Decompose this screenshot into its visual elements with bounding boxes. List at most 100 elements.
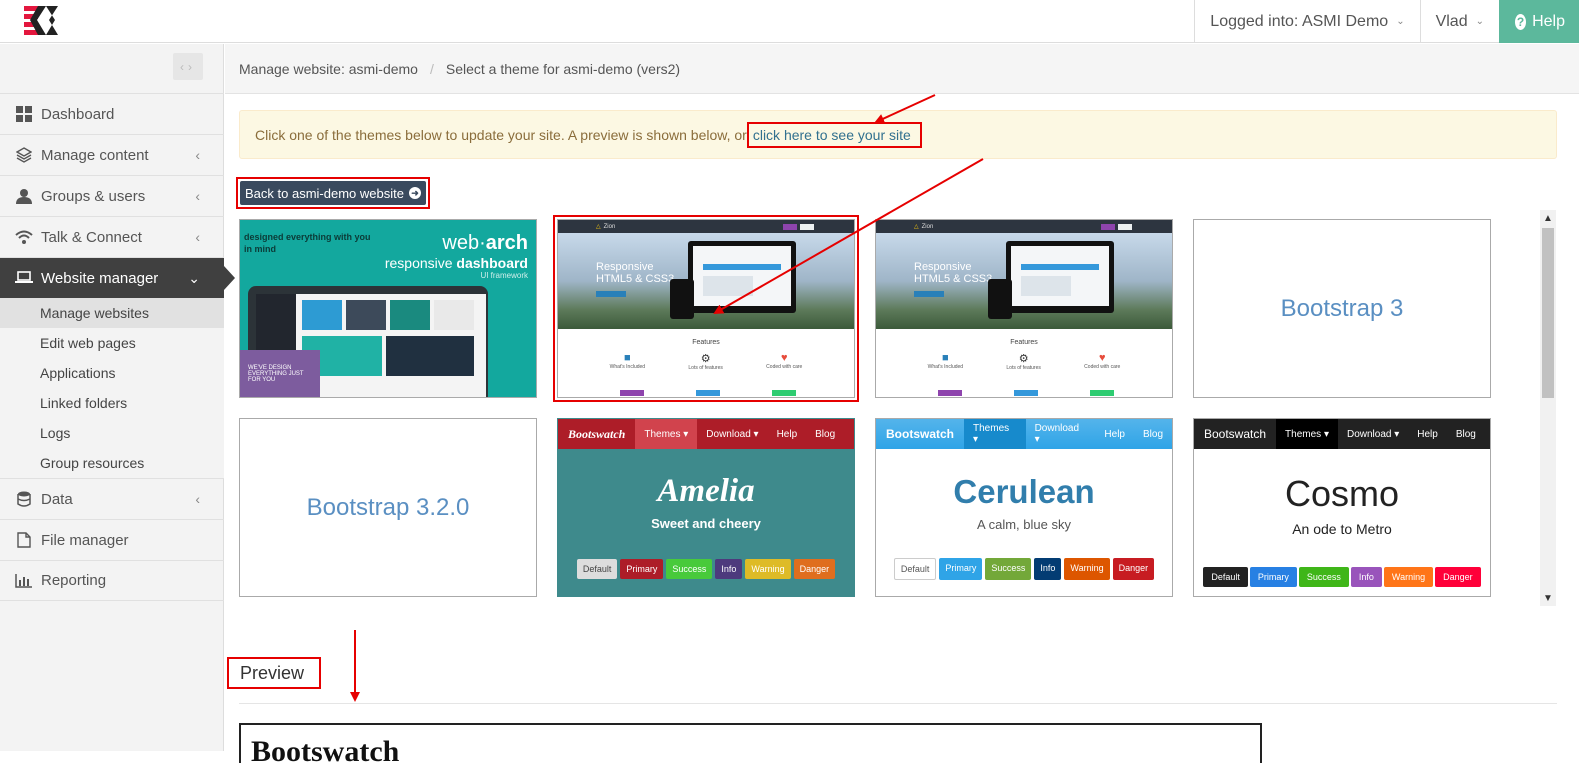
help-label: Help bbox=[1532, 12, 1565, 30]
help-button[interactable]: ? Help bbox=[1499, 0, 1579, 43]
cosmo-nav-download: Download ▾ bbox=[1346, 428, 1400, 440]
sidebar-item-groups-users[interactable]: Groups & users ‹ bbox=[0, 175, 224, 216]
sidebar-item-dashboard[interactable]: Dashboard bbox=[0, 93, 224, 134]
scroll-up-icon[interactable]: ▲ bbox=[1540, 210, 1556, 226]
cerulean-nav-blog: Blog bbox=[1142, 428, 1163, 440]
wifi-icon bbox=[15, 229, 33, 245]
scroll-down-icon[interactable]: ▼ bbox=[1540, 590, 1556, 606]
chevron-down-icon: ⌄ bbox=[1396, 16, 1405, 27]
breadcrumb-manage-website[interactable]: Manage website: asmi-demo bbox=[239, 61, 418, 77]
zion-logo-icon: △ bbox=[914, 224, 919, 230]
dashboard-icon bbox=[15, 106, 33, 122]
theme-zion[interactable]: △ Zion Responsive HTML5 & CSS3 Features … bbox=[875, 219, 1173, 398]
theme-bootstrap-3[interactable]: Bootstrap 3 bbox=[1193, 219, 1491, 398]
chevron-left-icon: ‹ bbox=[180, 59, 188, 74]
sidebar-item-reporting[interactable]: Reporting bbox=[0, 560, 224, 601]
cerulean-btn-success: Success bbox=[985, 558, 1032, 580]
zion-feature2: Lots of features bbox=[688, 365, 723, 371]
bar-chart-icon bbox=[15, 573, 33, 589]
sidebar: ‹ › Dashboard Manage content ‹ Groups & u… bbox=[0, 44, 235, 751]
sidebar-subitem-linked-folders[interactable]: Linked folders bbox=[0, 388, 224, 418]
heart-icon: ♥ bbox=[1098, 352, 1106, 364]
cosmo-title: Cosmo bbox=[1284, 473, 1400, 514]
chevron-down-icon: ⌄ bbox=[188, 269, 200, 286]
webarch-brand-b: arch bbox=[485, 232, 528, 254]
app-logo[interactable] bbox=[24, 4, 60, 36]
breadcrumb-select-theme: Select a theme for asmi-demo (vers2) bbox=[445, 60, 681, 77]
cosmo-btn-danger: Danger bbox=[1435, 567, 1481, 587]
scrollbar-thumb[interactable] bbox=[1542, 228, 1554, 398]
zion-headline1: Responsive bbox=[596, 261, 654, 273]
back-button-label: Back to asmi-demo website bbox=[245, 185, 404, 201]
theme-bootstrap-3-label: Bootstrap 3 bbox=[1280, 294, 1404, 322]
divider bbox=[239, 703, 1557, 704]
cerulean-nav-help: Help bbox=[1104, 428, 1125, 440]
sidebar-item-label: Dashboard bbox=[41, 105, 115, 123]
theme-cosmo[interactable]: Bootswatch Themes ▾ Download ▾ Help Blog… bbox=[1193, 418, 1491, 597]
arrow-right-circle-icon: ➜ bbox=[408, 187, 421, 199]
database-icon bbox=[15, 491, 33, 507]
zion-features: Features bbox=[692, 339, 720, 346]
zion-brand: Zion bbox=[921, 223, 934, 230]
zion-hero: Responsive HTML5 & CSS3 bbox=[558, 233, 854, 329]
sidebar-subitem-applications[interactable]: Applications bbox=[0, 358, 224, 388]
sidebar-item-website-manager[interactable]: Website manager ⌄ bbox=[0, 257, 235, 298]
sidebar-collapse-toggle[interactable]: ‹ › bbox=[173, 53, 203, 80]
sidebar-subitem-logs[interactable]: Logs bbox=[0, 418, 224, 448]
cerulean-btn-default: Default bbox=[893, 558, 937, 580]
zion-features: Features bbox=[1010, 339, 1038, 346]
cosmo-btn-warning: Warning bbox=[1383, 567, 1434, 587]
cerulean-nav-download: Download ▾ bbox=[1034, 423, 1080, 445]
briefcase-icon: ■ bbox=[942, 352, 949, 364]
cosmo-brand: Bootswatch bbox=[1204, 427, 1267, 441]
preview-heading: Preview bbox=[227, 657, 321, 689]
amelia-btn-info: Info bbox=[715, 559, 743, 579]
amelia-btn-danger: Danger bbox=[793, 559, 836, 579]
theme-bootstrap-3-2-0[interactable]: Bootstrap 3.2.0 bbox=[239, 418, 537, 597]
gears-icon: ⚙ bbox=[1018, 353, 1029, 365]
cosmo-btn-success: Success bbox=[1298, 567, 1349, 587]
sidebar-item-talk-connect[interactable]: Talk & Connect ‹ bbox=[0, 216, 224, 257]
see-your-site-link[interactable]: click here to see your site bbox=[746, 121, 922, 148]
theme-cerulean[interactable]: Bootswatch Themes ▾ Download ▾ Help Blog… bbox=[875, 418, 1173, 597]
zion-feature1: What's Included bbox=[927, 364, 964, 370]
zion-headline2: HTML5 & CSS3 bbox=[596, 273, 675, 285]
theme-amelia[interactable]: Bootswatch Themes ▾ Download ▾ Help Blog… bbox=[557, 418, 855, 597]
sidebar-subitem-manage-websites[interactable]: Manage websites bbox=[0, 298, 224, 328]
sidebar-item-label: Reporting bbox=[41, 572, 107, 589]
layers-icon bbox=[15, 147, 33, 163]
chevron-right-icon: › bbox=[188, 59, 196, 74]
sidebar-subitem-group-resources[interactable]: Group resources bbox=[0, 448, 224, 478]
cerulean-title: Cerulean bbox=[953, 473, 1095, 510]
zion-monitor bbox=[688, 241, 796, 313]
user-name: Vlad bbox=[1435, 12, 1468, 30]
logged-into-dropdown[interactable]: Logged into: ASMI Demo ⌄ bbox=[1194, 0, 1419, 43]
themes-scrollbar[interactable]: ▲ ▼ bbox=[1540, 210, 1556, 606]
preview-heading-text: Preview bbox=[240, 662, 305, 683]
theme-webarch[interactable]: designed everything with you in mind web… bbox=[239, 219, 537, 398]
cerulean-brand: Bootswatch bbox=[886, 427, 955, 441]
amelia-btn-warning: Warning bbox=[745, 559, 791, 579]
sidebar-nav: Dashboard Manage content ‹ Groups & user… bbox=[0, 93, 235, 601]
chevron-left-icon: ‹ bbox=[195, 147, 200, 163]
amelia-nav-blog: Blog bbox=[815, 428, 836, 440]
sidebar-item-manage-content[interactable]: Manage content ‹ bbox=[0, 134, 224, 175]
webarch-tag2: dashboard bbox=[456, 255, 528, 271]
cosmo-btn-default: Default bbox=[1203, 567, 1248, 587]
theme-zion-selected[interactable]: △ Zion Responsive HTML5 & CSS3 Features … bbox=[553, 215, 859, 402]
preview-frame[interactable]: Bootswatch bbox=[239, 723, 1262, 768]
user-dropdown[interactable]: Vlad ⌄ bbox=[1419, 0, 1499, 43]
sidebar-item-file-manager[interactable]: File manager bbox=[0, 519, 224, 560]
zion-feature3: Coded with care bbox=[766, 364, 803, 370]
zion-hero: Responsive HTML5 & CSS3 bbox=[876, 233, 1172, 329]
back-to-website-button[interactable]: Back to asmi-demo website ➜ bbox=[236, 177, 430, 209]
sidebar-item-label: Groups & users bbox=[41, 187, 146, 205]
cerulean-btn-info: Info bbox=[1034, 558, 1062, 580]
sidebar-subitem-edit-web-pages[interactable]: Edit web pages bbox=[0, 328, 224, 358]
sidebar-item-data[interactable]: Data ‹ bbox=[0, 478, 224, 519]
cosmo-btn-info: Info bbox=[1350, 567, 1382, 587]
heart-icon: ♥ bbox=[780, 352, 788, 364]
zion-phone bbox=[988, 279, 1012, 319]
sidebar-item-label: Data bbox=[41, 490, 73, 508]
gears-icon: ⚙ bbox=[700, 353, 711, 365]
